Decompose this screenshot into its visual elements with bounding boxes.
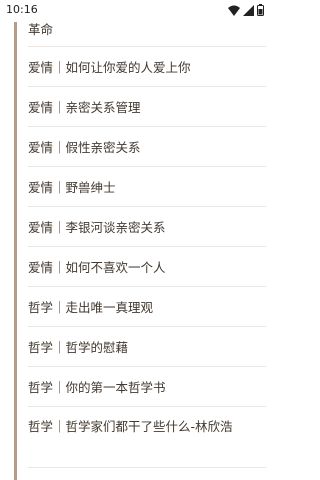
cellular-signal-icon [243, 4, 254, 16]
list-item-label: 爱情｜假性亲密关系 [28, 140, 141, 155]
list-item[interactable]: 哲学｜哲学家们都干了些什么-林欣浩 [28, 407, 266, 468]
list-item-label: 哲学｜哲学家们都干了些什么-林欣浩 [28, 419, 233, 434]
list-item-label: 哲学｜哲学的慰藉 [28, 340, 129, 355]
list-item[interactable]: 爱情｜如何不喜欢一个人 [28, 247, 266, 287]
list-item[interactable]: 哲学｜哲学的慰藉 [28, 327, 266, 367]
list-item-label: 爱情｜李银河谈亲密关系 [28, 220, 166, 235]
left-accent-rule [14, 0, 17, 480]
wifi-icon [228, 5, 240, 16]
status-time: 10:16 [6, 3, 38, 16]
list-item[interactable]: 爱情｜李银河谈亲密关系 [28, 207, 266, 247]
chapter-list-panel: 革命 爱情｜如何让你爱的人爱上你 爱情｜亲密关系管理 爱情｜假性亲密关系 爱情｜… [0, 0, 270, 480]
list-item-label: 哲学｜走出唯一真理观 [28, 300, 154, 315]
battery-icon [257, 4, 264, 16]
status-bar: 10:16 [0, 0, 270, 22]
list-item[interactable]: 哲学｜你的第一本哲学书 [28, 367, 266, 407]
status-icons [228, 4, 264, 16]
list-item[interactable]: 爱情｜假性亲密关系 [28, 127, 266, 167]
list-item-label: 爱情｜如何不喜欢一个人 [28, 260, 166, 275]
list-item[interactable]: 爱情｜野兽绅士 [28, 167, 266, 207]
list-item[interactable]: 哲学｜走出唯一真理观 [28, 287, 266, 327]
list-item[interactable]: 爱情｜亲密关系管理 [28, 87, 266, 127]
list-item[interactable]: 爱情｜如何让你爱的人爱上你 [28, 47, 266, 87]
list-item-label: 爱情｜如何让你爱的人爱上你 [28, 60, 191, 75]
list-item-label: 爱情｜野兽绅士 [28, 180, 116, 195]
list-item-label: 哲学｜你的第一本哲学书 [28, 380, 166, 395]
list-item-label: 爱情｜亲密关系管理 [28, 100, 141, 115]
